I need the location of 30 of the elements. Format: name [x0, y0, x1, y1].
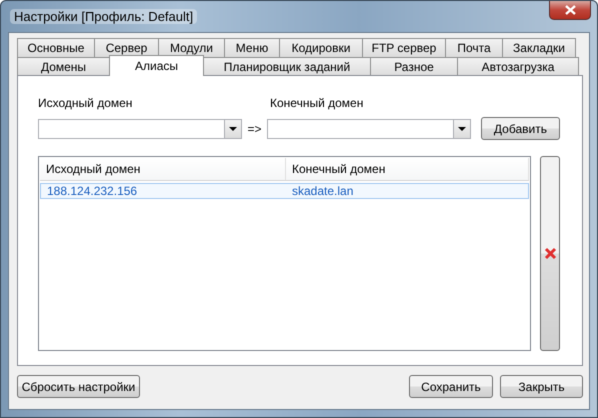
tab[interactable]: Почта	[445, 38, 503, 57]
delete-icon	[544, 247, 556, 260]
tab[interactable]: FTP сервер	[362, 38, 446, 57]
tab[interactable]: Сервер	[94, 38, 159, 57]
list-cell-text: skadate.lan	[291, 184, 354, 198]
close-dialog-button[interactable]: Закрыть	[500, 375, 583, 398]
tab[interactable]: Планировщик заданий	[203, 57, 371, 76]
tab[interactable]: Разное	[370, 57, 458, 76]
tab[interactable]: Закладки	[502, 38, 576, 57]
save-button[interactable]: Сохранить	[409, 375, 493, 398]
add-button[interactable]: Добавить	[480, 117, 560, 140]
tab[interactable]: Модули	[158, 38, 225, 57]
arrow-text: =>	[246, 122, 262, 136]
list-row[interactable]: 188.124.232.156 skadate.lan	[40, 183, 529, 199]
tab[interactable]: Автозагрузка	[457, 57, 579, 76]
tab[interactable]: Меню	[224, 38, 280, 57]
field-label: Конечный домен	[270, 96, 364, 111]
tab[interactable]: Алиасы	[109, 55, 204, 76]
window-title: Настройки [Профиль: Default]	[10, 9, 198, 24]
tab[interactable]: Кодировки	[279, 38, 363, 57]
field-label: Исходный домен	[38, 96, 134, 111]
delete-button[interactable]	[540, 156, 560, 351]
close-button[interactable]	[549, 1, 591, 20]
column-header[interactable]: Конечный домен	[286, 158, 529, 180]
close-icon	[564, 5, 576, 15]
list-cell-text: 188.124.232.156	[46, 184, 138, 198]
tab[interactable]: Домены	[17, 57, 110, 76]
column-header[interactable]: Исходный домен	[40, 158, 286, 180]
tab[interactable]: Основные	[17, 38, 95, 57]
reset-settings-button[interactable]: Сбросить настройки	[17, 375, 140, 398]
